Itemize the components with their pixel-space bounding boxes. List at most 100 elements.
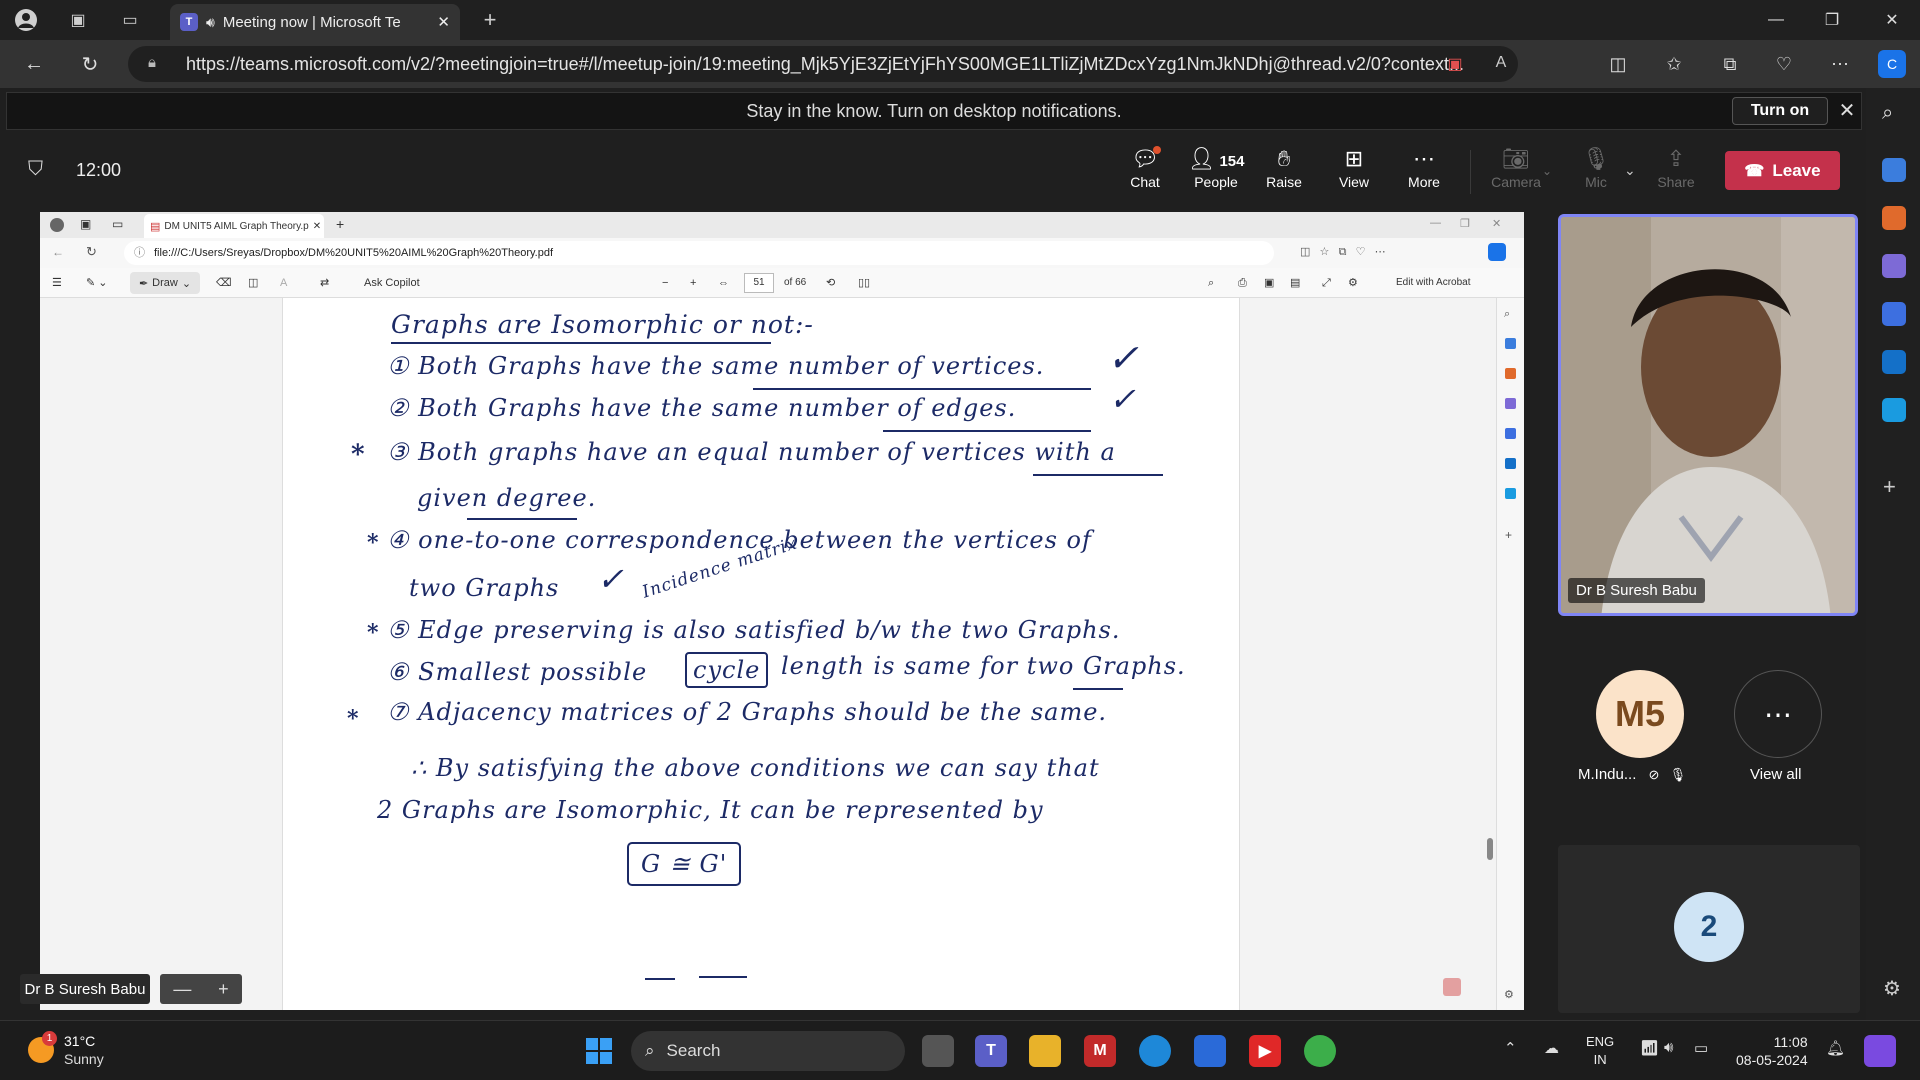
file-explorer-icon[interactable]: [1029, 1035, 1061, 1067]
leave-button[interactable]: ☎︎ Leave: [1725, 151, 1840, 190]
add-icon[interactable]: +: [1883, 474, 1896, 500]
camera-in-use-icon[interactable]: ▣: [1442, 54, 1468, 76]
turn-on-button[interactable]: Turn on: [1732, 97, 1828, 125]
games-icon[interactable]: [1882, 254, 1906, 278]
chat-button[interactable]: 💬︎ Chat: [1111, 144, 1179, 200]
teams-icon: T: [180, 13, 198, 31]
zoom-in-icon: +: [690, 277, 697, 289]
speaker-icon[interactable]: 🔊︎: [206, 14, 215, 31]
participant-avatar-m5[interactable]: M5: [1596, 670, 1684, 758]
collections-icon[interactable]: ⧉: [1716, 50, 1744, 78]
inner-close-tab-icon: ✕: [312, 220, 322, 232]
handwriting-line4b: two Graphs: [409, 574, 560, 602]
shared-screen: ▣ ▭ ▤ DM UNIT5 AIML Graph Theory.p ✕ + —…: [40, 212, 1524, 1010]
weather-widget[interactable]: 1 31°C Sunny: [28, 1031, 168, 1071]
taskbar-search[interactable]: ⌕ Search: [631, 1031, 905, 1071]
meeting-timer: 12:00: [76, 160, 122, 180]
start-button[interactable]: [583, 1035, 615, 1067]
outlook-icon[interactable]: [1882, 350, 1906, 374]
store-app-icon[interactable]: [1194, 1035, 1226, 1067]
zoom-in-button[interactable]: +: [218, 979, 229, 1000]
edit-with-acrobat: Edit with Acrobat: [1396, 277, 1471, 288]
tab-teams-meeting[interactable]: T 🔊︎ Meeting now | Microsoft Te ✕: [170, 4, 460, 40]
notification-bell-icon[interactable]: 🔔︎: [1826, 1039, 1845, 1057]
close-window-icon[interactable]: ✕: [1872, 6, 1912, 34]
battery-icon[interactable]: ▭: [1694, 1039, 1708, 1057]
handwriting-formula: G ≅ G': [627, 842, 742, 886]
minimize-icon[interactable]: —: [1756, 6, 1796, 34]
handwriting-line5: ⑤ Edge preserving is also satisfied b/w …: [387, 616, 1121, 644]
windows-taskbar: 1 31°C Sunny ⌕ Search T M ▶ ⌃ ☁︎ ENG IN …: [0, 1020, 1920, 1080]
restore-icon[interactable]: ❐: [1812, 6, 1852, 34]
task-view-icon[interactable]: [922, 1035, 954, 1067]
teams-app-icon[interactable]: T: [975, 1035, 1007, 1067]
copilot-icon[interactable]: C: [1878, 50, 1906, 78]
favorites-icon[interactable]: ✩: [1660, 50, 1688, 78]
tag-icon[interactable]: [1882, 158, 1906, 182]
back-icon[interactable]: ←: [20, 50, 48, 78]
language-indicator[interactable]: ENG IN: [1586, 1033, 1614, 1069]
new-tab-button[interactable]: +: [478, 7, 502, 32]
close-tab-icon[interactable]: ✕: [437, 13, 450, 31]
profile-icon[interactable]: [14, 8, 38, 32]
share-button[interactable]: ⇪ Share: [1642, 144, 1710, 200]
mic-options-chevron-icon[interactable]: ⌄: [1624, 162, 1636, 179]
gear-icon[interactable]: ⚙︎: [1883, 976, 1901, 1001]
info-icon: ⓘ: [134, 247, 145, 259]
share-zoom-controls[interactable]: — +: [160, 974, 242, 1004]
tab-actions-icon[interactable]: ▭: [118, 8, 142, 32]
volume-icon[interactable]: 🔊︎: [1664, 1039, 1673, 1056]
edge-sidebar: ⌕ + ⚙︎: [1866, 88, 1920, 1020]
handwriting-cycle-box: cycle: [685, 652, 769, 688]
workspaces-icon[interactable]: ▣: [66, 8, 90, 32]
handwriting-line2: ② Both Graphs have the same number of ed…: [387, 394, 1017, 422]
inner-pdf-tab: ▤ DM UNIT5 AIML Graph Theory.p ✕: [144, 214, 324, 238]
m5-name-text: M.Indu...: [1578, 766, 1637, 783]
clock[interactable]: 11:08 08-05-2024: [1736, 1033, 1808, 1069]
search-icon[interactable]: ⌕: [1882, 102, 1893, 125]
camera-options-chevron-icon[interactable]: ⌄: [1542, 164, 1552, 178]
more-label: More: [1408, 174, 1440, 190]
split-screen-icon[interactable]: ◫: [1604, 50, 1632, 78]
close-notification-icon[interactable]: ✕: [1836, 98, 1858, 124]
address-bar[interactable]: 🔒︎ https://teams.microsoft.com/v2/?meeti…: [128, 46, 1518, 82]
show-hidden-icons[interactable]: ⌃: [1504, 1039, 1517, 1057]
page-view-icon: ◫: [248, 277, 259, 289]
camera-button[interactable]: 📷︎ Camera: [1482, 144, 1550, 200]
wifi-icon[interactable]: 📶︎: [1640, 1039, 1659, 1057]
performance-icon[interactable]: ♡: [1770, 50, 1798, 78]
more-button[interactable]: ⋯ More: [1390, 144, 1458, 200]
inner-search-icon: ⌕: [1504, 308, 1511, 320]
onedrive-icon[interactable]: ☁︎: [1544, 1039, 1559, 1057]
participant-video-tile[interactable]: [1558, 214, 1858, 616]
mcafee-icon[interactable]: M: [1084, 1035, 1116, 1067]
inner-close-icon: ✕: [1492, 218, 1502, 230]
inner-edge-sidebar: ⌕ + ⚙: [1496, 298, 1524, 1010]
rotate-icon: ⟲: [826, 277, 836, 289]
ask-copilot: Ask Copilot: [364, 277, 420, 289]
edge-app-icon[interactable]: [1139, 1035, 1171, 1067]
toolbox-icon[interactable]: [1882, 206, 1906, 230]
contents-icon: ☰: [52, 277, 62, 289]
microsoft365-icon[interactable]: [1882, 302, 1906, 326]
inner-copilot-icon: [1488, 243, 1506, 261]
line2-underline: [883, 430, 1091, 432]
mic-button[interactable]: 🎙︎ Mic: [1562, 144, 1630, 200]
handwriting-line3b: given degree.: [417, 484, 597, 512]
view-button[interactable]: ⊞ View: [1320, 144, 1388, 200]
raise-hand-button[interactable]: ✋︎ Raise: [1250, 144, 1318, 200]
toolbar-divider: [1470, 150, 1471, 194]
handwriting-line4a: ④ one-to-one correspondence between the …: [387, 526, 1092, 554]
copilot-taskbar-icon[interactable]: [1864, 1035, 1896, 1067]
check-mark-1: ✓: [1107, 336, 1140, 380]
view-all-button[interactable]: ⋯: [1734, 670, 1822, 758]
settings-more-icon[interactable]: ⋯: [1826, 50, 1854, 78]
zoom-out-button[interactable]: —: [173, 979, 191, 1000]
chrome-app-icon[interactable]: [1304, 1035, 1336, 1067]
refresh-icon[interactable]: ↻: [76, 50, 104, 78]
send-icon[interactable]: [1882, 398, 1906, 422]
people-button[interactable]: 👤︎ 154 People: [1178, 144, 1254, 200]
handwriting-heading: Graphs are Isomorphic or not:-: [391, 310, 814, 339]
youtube-app-icon[interactable]: ▶: [1249, 1035, 1281, 1067]
read-aloud-icon[interactable]: A: [1488, 54, 1514, 76]
